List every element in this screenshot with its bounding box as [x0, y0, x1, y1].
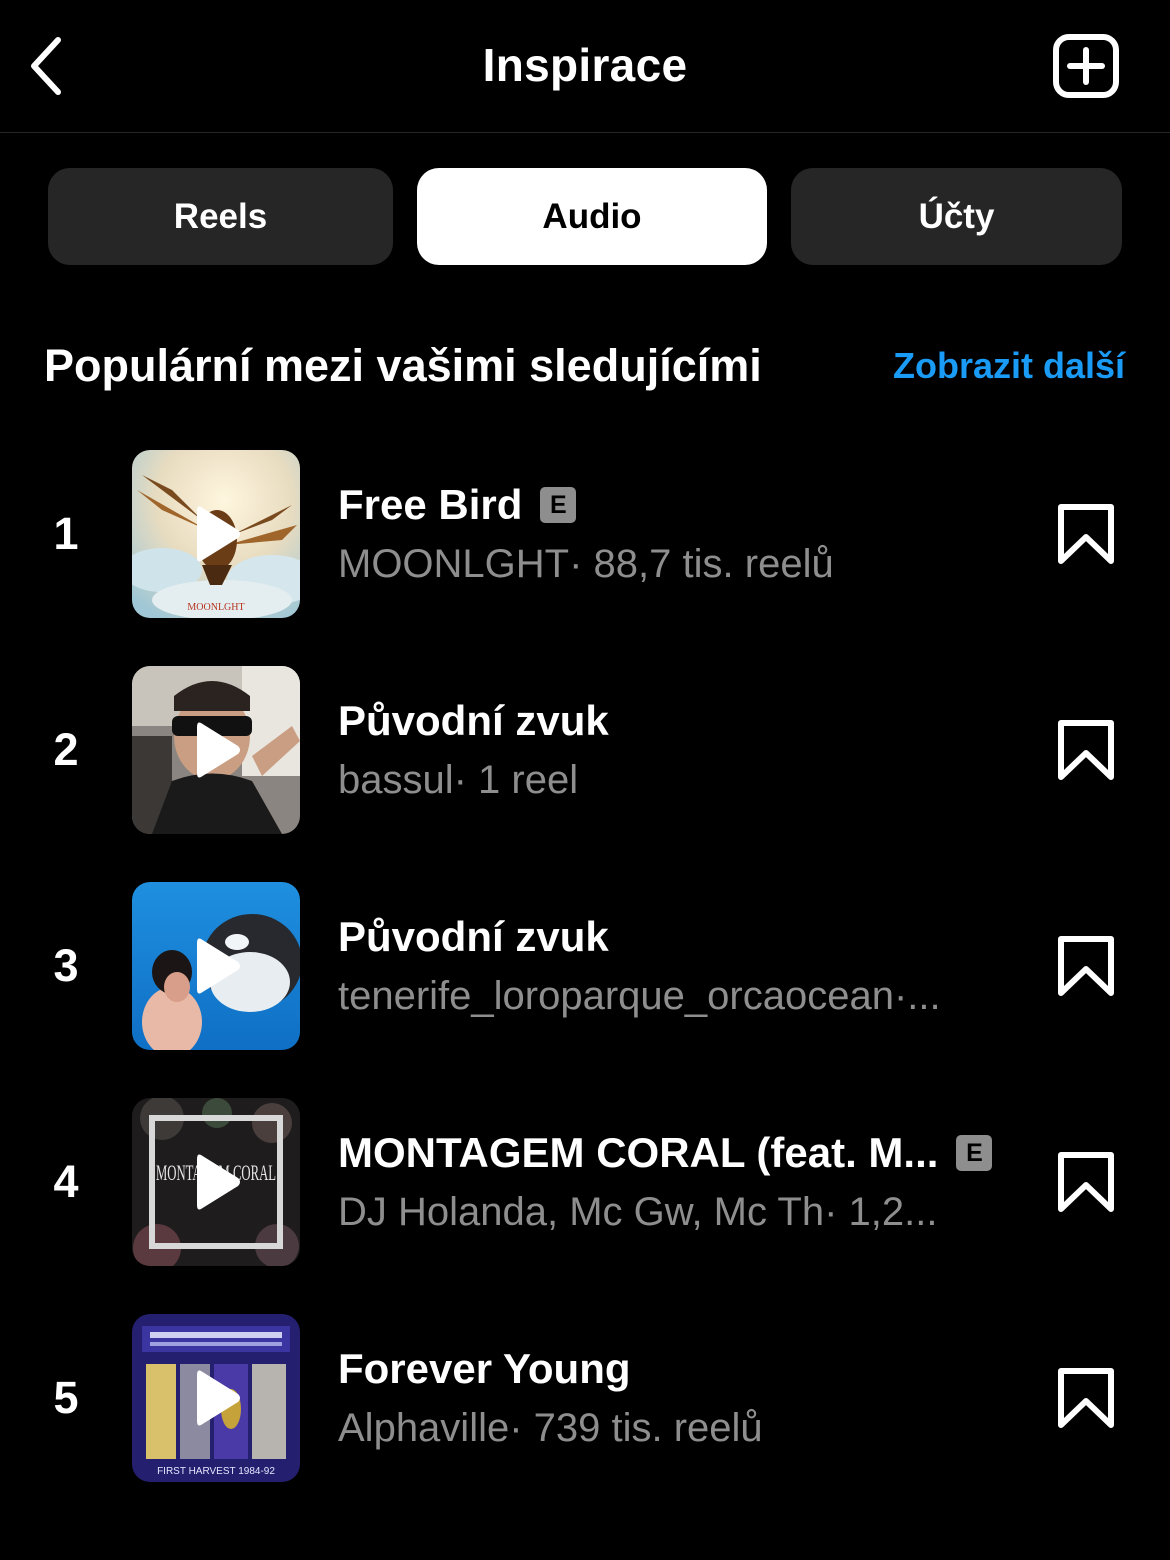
album-art-label: MOONLGHT [187, 602, 244, 613]
artist-name: DJ Holanda, Mc Gw, Mc Th [338, 1190, 825, 1234]
reel-count: · 739 tis. reelů [509, 1406, 763, 1450]
album-art[interactable] [132, 666, 300, 834]
bookmark-icon[interactable] [1057, 1367, 1115, 1429]
album-art[interactable]: MOONLGHT [132, 450, 300, 618]
explicit-badge: E [540, 487, 577, 523]
header: Inspirace [0, 0, 1170, 133]
artist-name: Alphaville [338, 1406, 510, 1450]
list-item[interactable]: 3 Původní zvuk tenerife_loroparque_orcao… [0, 882, 1170, 1050]
rank-number: 4 [53, 1156, 79, 1207]
track-title: Původní zvuk [338, 697, 609, 744]
track-subtitle: MOONLGHT · 88,7 tis. reelů [338, 542, 1002, 587]
section-title: Populární mezi vašimi sledujícími [44, 340, 762, 391]
title-line: Původní zvuk [338, 694, 1005, 748]
title-line: Původní zvuk [338, 910, 1005, 964]
artist-name: MOONLGHT [338, 542, 570, 586]
play-icon[interactable] [195, 1367, 241, 1429]
tab-reels[interactable]: Reels [48, 168, 393, 265]
artist-name: tenerife_loroparque_orcaocean [338, 974, 894, 1018]
audio-inspiration-screen: Inspirace Reels Audio Účty Populární mez… [0, 0, 1170, 1560]
rank-number: 5 [53, 1372, 79, 1423]
tab-accounts[interactable]: Účty [791, 168, 1122, 265]
title-line: MONTAGEM CORAL (feat. M... E [338, 1126, 1005, 1180]
album-art[interactable]: FIRST HARVEST 1984-92 [132, 1314, 300, 1482]
track-title: Free Bird [338, 481, 523, 528]
track-title: Forever Young [338, 1345, 631, 1392]
bookmark-icon[interactable] [1057, 503, 1115, 565]
play-icon[interactable] [195, 1151, 241, 1213]
rank-number: 2 [53, 724, 79, 775]
track-title: MONTAGEM CORAL (feat. M... [338, 1129, 939, 1176]
list-item[interactable]: 5 FIRST HARVEST 1984-92 Forever Young Al… [0, 1314, 1170, 1482]
play-icon[interactable] [195, 719, 241, 781]
list-item[interactable]: 2 Původní zvuk bassul · 1 reel [0, 666, 1170, 834]
album-art[interactable] [132, 882, 300, 1050]
album-art[interactable]: MONTAGEM CORAL [132, 1098, 300, 1266]
title-line: Free Bird E [338, 478, 1005, 532]
track-subtitle: tenerife_loroparque_orcaocean ·... [338, 974, 1002, 1019]
plus-square-icon [1053, 34, 1119, 98]
track-title: Původní zvuk [338, 913, 609, 960]
list-item[interactable]: 1 MOONLGHT Free Bird E MOONLGHT · 88,7 t… [0, 450, 1170, 618]
explicit-badge: E [956, 1135, 993, 1171]
title-line: Forever Young [338, 1342, 1005, 1396]
page-title: Inspirace [482, 39, 688, 91]
see-more-link[interactable]: Zobrazit další [893, 345, 1125, 387]
rank-number: 3 [53, 940, 79, 991]
reel-count: · 1,2... [824, 1190, 938, 1234]
album-art-label: FIRST HARVEST 1984-92 [157, 1466, 275, 1477]
track-subtitle: bassul · 1 reel [338, 758, 1002, 803]
play-icon[interactable] [195, 503, 241, 565]
new-button[interactable] [1052, 33, 1120, 99]
bookmark-icon[interactable] [1057, 935, 1115, 997]
track-subtitle: Alphaville · 739 tis. reelů [338, 1406, 1002, 1451]
reel-count: · 1 reel [453, 758, 579, 802]
tab-audio[interactable]: Audio [417, 168, 767, 265]
play-icon[interactable] [195, 935, 241, 997]
track-subtitle: DJ Holanda, Mc Gw, Mc Th · 1,2... [338, 1190, 1002, 1235]
artist-name: bassul [338, 758, 454, 802]
reel-count: ·... [893, 974, 941, 1018]
bookmark-icon[interactable] [1057, 719, 1115, 781]
list-item[interactable]: 4 MONTAGEM CORAL MONTAGEM CORAL (feat. M… [0, 1098, 1170, 1266]
reel-count: · 88,7 tis. reelů [569, 542, 834, 586]
bookmark-icon[interactable] [1057, 1151, 1115, 1213]
rank-number: 1 [53, 508, 79, 559]
